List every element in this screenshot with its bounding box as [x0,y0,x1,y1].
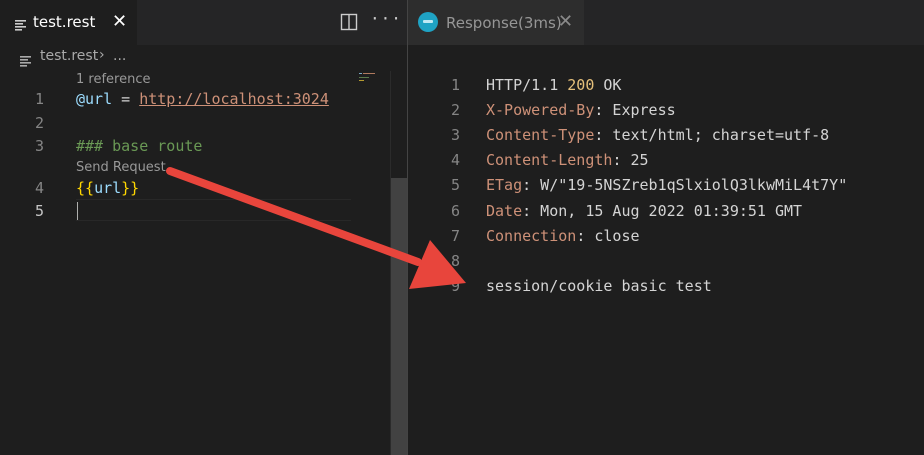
tab-test-rest[interactable]: test.rest ✕ [0,0,137,45]
chevron-right-icon: › [99,47,105,63]
header-line: ETag: W/"19-5NSZreb1qSlxiolQ3lkwMiL4t7Y" [486,176,847,194]
header-value: : W/"19-5NSZreb1qSlxiolQ3lkwMiL4t7Y" [522,176,848,194]
code-line-3[interactable]: ### base route [76,137,202,155]
header-key: X-Powered-By [486,101,595,119]
lines-file-icon [20,52,32,71]
operator-token: = [112,90,140,108]
header-value: : Express [594,101,676,119]
close-tab-icon[interactable]: ✕ [112,11,127,32]
codelens-references[interactable]: 1 reference [76,72,150,87]
url-link[interactable]: http://localhost:3024 [139,90,329,108]
line-number: 3 [34,137,44,155]
header-line: Content-Type: text/html; charset=utf-8 [486,126,829,144]
header-line: Connection: close [486,227,640,245]
brace-token: }} [121,179,140,197]
code-line-4[interactable]: {{url}} [76,179,139,197]
line-number: 1 [450,76,460,94]
response-body: session/cookie basic test [486,277,712,295]
header-line: Date: Mon, 15 Aug 2022 01:39:51 GMT [486,202,802,220]
breadcrumb-more[interactable]: ... [113,48,126,64]
variable-token: url [94,179,122,197]
line-number: 2 [34,114,44,132]
lines-file-icon [15,16,27,35]
current-line-highlight [76,199,351,221]
text-cursor [77,202,78,220]
scrollbar-thumb[interactable] [391,178,407,455]
header-key: Content-Type [486,126,595,144]
status-text: OK [594,76,622,94]
minimap[interactable] [359,69,387,81]
tab-label: Response(3ms) [446,14,562,32]
tab-label: test.rest [33,13,96,31]
header-line: X-Powered-By: Express [486,101,676,119]
breadcrumb-file[interactable]: test.rest [40,48,98,64]
line-number: 4 [450,151,460,169]
header-value: : Mon, 15 Aug 2022 01:39:51 GMT [522,202,803,220]
more-actions-icon[interactable]: ··· [370,9,402,28]
code-line-1[interactable]: @url = http://localhost:3024 [76,90,329,108]
line-number: 7 [450,227,460,245]
line-number-active: 5 [34,202,44,220]
codelens-send-request[interactable]: Send Request [76,160,166,175]
header-key: ETag [486,176,523,194]
header-value: : close [576,227,640,245]
header-key: Date [486,202,523,220]
line-number: 9 [450,277,460,295]
status-code: 200 [567,76,595,94]
line-number: 6 [450,202,460,220]
brace-token: {{ [76,179,95,197]
header-key: Content-Length [486,151,613,169]
line-number: 8 [450,252,460,270]
status-line: HTTP/1.1 200 OK [486,76,621,94]
line-number: 3 [450,126,460,144]
header-value: : 25 [612,151,649,169]
line-number: 2 [450,101,460,119]
rest-client-icon-mark [423,20,433,23]
close-tab-icon[interactable]: ✕ [558,11,573,32]
variable-token: @url [76,90,113,108]
split-editor-icon[interactable] [340,13,358,31]
line-number: 5 [450,176,460,194]
line-number: 1 [34,90,44,108]
header-key: Connection [486,227,577,245]
header-value: : text/html; charset=utf-8 [594,126,830,144]
header-line: Content-Length: 25 [486,151,649,169]
line-number: 4 [34,179,44,197]
protocol-text: HTTP/1.1 [486,76,568,94]
